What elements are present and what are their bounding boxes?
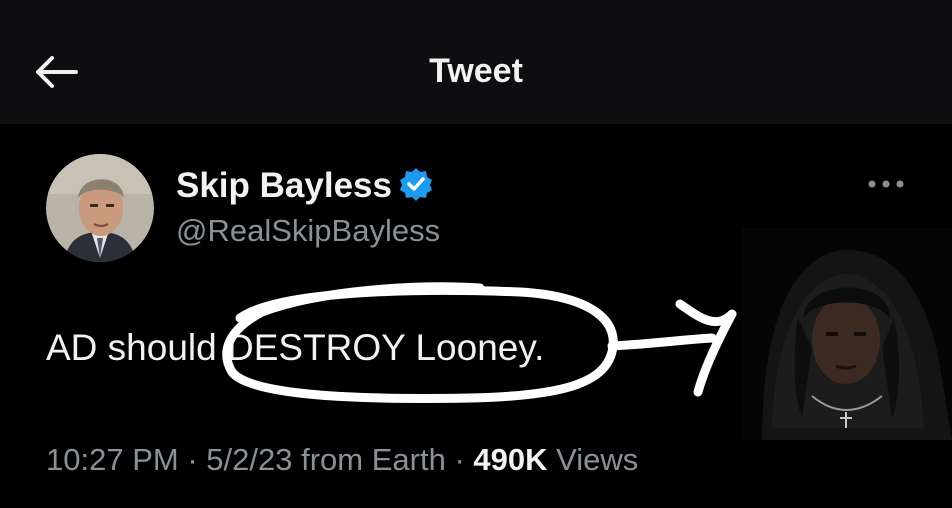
pointer-arrow [607,299,737,397]
tweet-source: from Earth [301,442,446,477]
meta-separator-2: · [454,442,465,477]
avatar[interactable] [46,154,154,262]
tweet-time[interactable]: 10:27 PM [46,442,179,477]
author-handle[interactable]: @RealSkipBayless [176,213,440,249]
top-bar: Tweet [0,0,952,124]
more-dots-icon [868,180,904,188]
author-display-name[interactable]: Skip Bayless [176,166,392,206]
views-label: Views [556,442,639,477]
tweet-text: AD should DESTROY Looney. [46,327,545,368]
tweet-meta: 10:27 PM · 5/2/23 from Earth · 490K View… [46,442,638,478]
tweet-date[interactable]: 5/2/23 [206,442,292,477]
verified-badge-icon [400,168,432,201]
overlay-portrait-image [742,228,952,440]
more-options-button[interactable] [864,172,908,196]
meta-separator: · [187,442,198,477]
page-title: Tweet [429,52,523,90]
views-count[interactable]: 490K [473,442,547,477]
